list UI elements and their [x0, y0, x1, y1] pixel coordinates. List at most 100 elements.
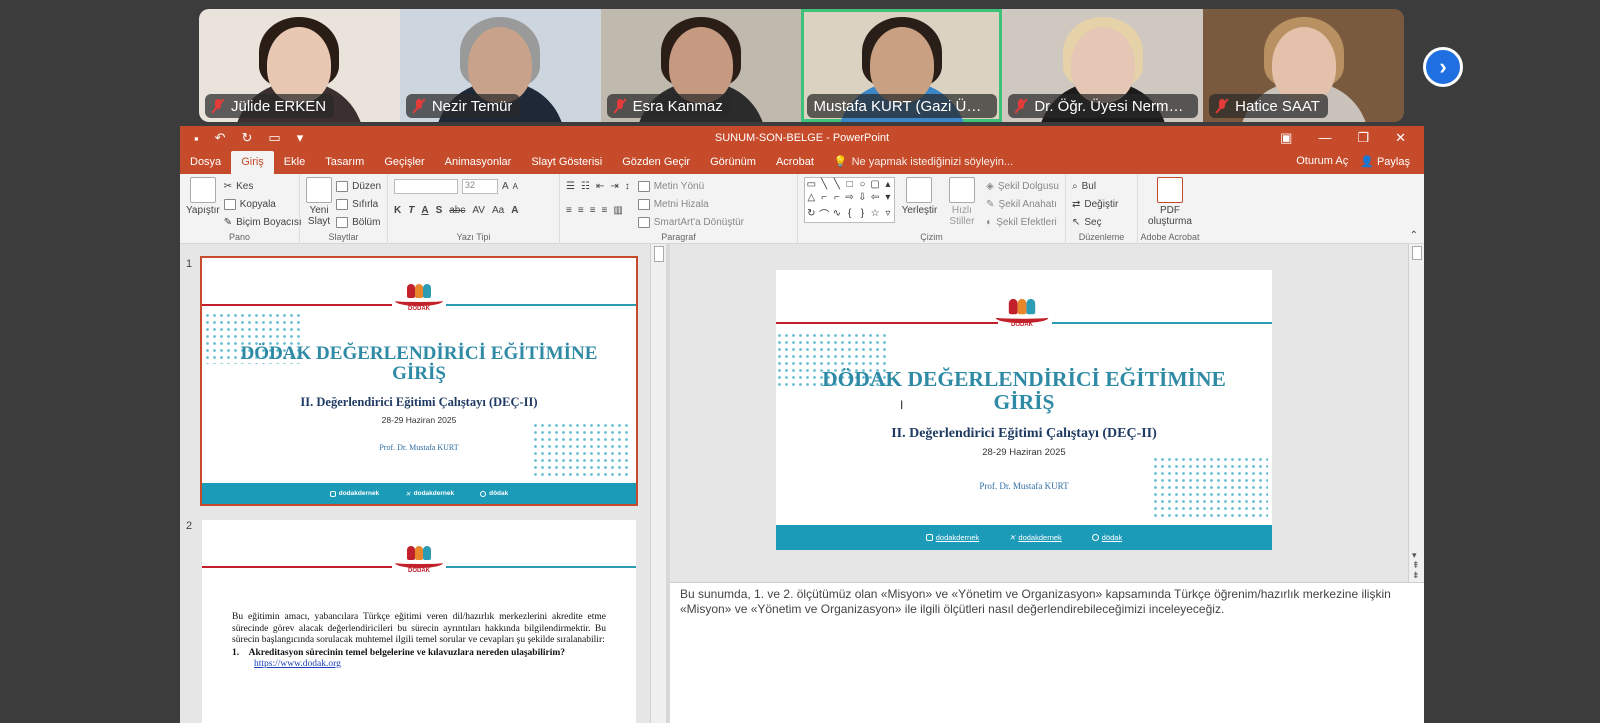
participant-tile[interactable]: Esra Kanmaz — [600, 9, 802, 122]
participant-tile[interactable]: Dr. Öğr. Üyesi Nerma Özdemir — [1002, 9, 1204, 122]
arrow-shape-icon[interactable]: ⇩ — [858, 192, 866, 203]
dodak-link[interactable]: https://www.dodak.org — [254, 659, 606, 671]
rounded-rect-shape-icon[interactable]: ▢ — [870, 179, 879, 190]
connector-shape-icon[interactable]: ⌐ — [834, 192, 840, 203]
find-button[interactable]: ⌕ Bul — [1072, 177, 1131, 195]
x-link[interactable]: ✕ dodakdernek — [1009, 533, 1062, 542]
curve-shape-icon[interactable]: ⌒ — [819, 206, 829, 221]
customize-icon[interactable]: ▾ — [297, 130, 304, 146]
tell-me-field[interactable]: 💡 Ne yapmak istediğinizi söyleyin... — [824, 155, 1013, 174]
arrow-shape-icon[interactable]: ⇨ — [845, 192, 853, 203]
replace-button[interactable]: ⇄ Değiştir — [1072, 195, 1131, 213]
columns-icon[interactable]: ▥ — [613, 205, 622, 216]
participant-tile[interactable]: Hatice SAAT — [1203, 9, 1404, 122]
tab-2[interactable]: Ekle — [274, 156, 315, 174]
shadow-button[interactable]: S — [436, 205, 443, 216]
redo-icon[interactable]: ↻ — [242, 130, 253, 146]
tab-5[interactable]: Animasyonlar — [435, 156, 522, 174]
section-button[interactable]: Bölüm — [336, 213, 381, 231]
shapes-gallery[interactable]: ▭ ╲ ╲ □ ○ ▢ ▴ △ ⌐ ⌐ ⇨ ⇩ ⇦ ▾ ↻ ⌒ ∿ {} ☆ ▿ — [804, 177, 896, 223]
shrink-font-icon[interactable]: A — [513, 182, 518, 191]
tab-8[interactable]: Görünüm — [700, 156, 766, 174]
new-slide-button[interactable]: Yeni Slayt — [306, 177, 333, 231]
font-color-button[interactable]: A — [511, 205, 518, 216]
bold-button[interactable]: K — [394, 205, 401, 216]
layout-button[interactable]: Düzen — [336, 177, 381, 195]
arrange-button[interactable]: Yerleştir — [901, 177, 937, 231]
ribbon-display-icon[interactable]: ▣ — [1280, 130, 1292, 146]
slide-title[interactable]: DÖDAK DEĞERLENDİRİCİ EĞİTİMİNE GİRİŞ — [776, 368, 1272, 414]
paste-button[interactable]: Yapıştır — [186, 177, 220, 231]
expand-shapes-icon[interactable]: ▿ — [885, 208, 890, 219]
change-case-button[interactable]: Aa — [492, 205, 504, 216]
editor-scrollbar[interactable]: ▾ ⇞ ⇟ — [1408, 244, 1424, 582]
line-shape-icon[interactable]: ╲ — [821, 179, 827, 190]
grow-font-icon[interactable]: A — [502, 181, 509, 192]
tab-1[interactable]: Giriş — [231, 151, 274, 174]
underline-button[interactable]: A — [421, 205, 428, 216]
undo-icon[interactable]: ↶ — [215, 130, 226, 146]
collapse-ribbon-icon[interactable]: ⌃ — [1410, 230, 1418, 241]
create-pdf-button[interactable]: PDF oluşturma — [1144, 177, 1196, 227]
sign-in-link[interactable]: Oturum Aç — [1296, 155, 1348, 168]
tab-3[interactable]: Tasarım — [315, 156, 374, 174]
slide-thumbnail-1[interactable]: DÖDAK DÖDAK DEĞERLENDİRİCİ EĞİTİMİNE GİRİ… — [200, 256, 638, 506]
share-button[interactable]: 👤 Paylaş — [1360, 155, 1410, 168]
whatsapp-link[interactable]: dödak — [1091, 533, 1122, 542]
reset-button[interactable]: Sıfırla — [336, 195, 381, 213]
decrease-indent-icon[interactable]: ⇤ — [596, 181, 604, 192]
curve-shape-icon[interactable]: ∿ — [833, 208, 841, 219]
next-participants-button[interactable]: › — [1423, 47, 1463, 87]
current-slide[interactable]: DÖDAK DÖDAK DEĞERLENDİRİCİ EĞİTİMİNE GİRİ… — [776, 270, 1272, 550]
shape-effects-button[interactable]: ◐ Şekil Efektleri — [986, 213, 1059, 231]
slide-date[interactable]: 28-29 Haziran 2025 — [776, 447, 1272, 458]
more-shapes-icon[interactable]: ▴ — [885, 179, 890, 190]
star-shape-icon[interactable]: ☆ — [871, 208, 880, 219]
increase-indent-icon[interactable]: ⇥ — [610, 181, 618, 192]
line-spacing-icon[interactable]: ↕ — [625, 181, 630, 192]
slide-author[interactable]: Prof. Dr. Mustafa KURT — [776, 481, 1272, 491]
align-text-button[interactable]: Metni Hizala — [637, 195, 744, 213]
save-icon[interactable]: ▪ — [194, 131, 199, 146]
align-center-icon[interactable]: ≡ — [578, 205, 584, 216]
connector-shape-icon[interactable]: ⌐ — [821, 192, 827, 203]
bullets-icon[interactable]: ☰ — [566, 181, 575, 192]
brace-shape-icon[interactable]: } — [861, 208, 864, 219]
slide-subtitle[interactable]: II. Değerlendirici Eğitimi Çalıştayı (DE… — [776, 426, 1272, 442]
close-icon[interactable]: ✕ — [1395, 130, 1406, 146]
tab-0[interactable]: Dosya — [180, 156, 231, 174]
more-shapes-icon[interactable]: ▾ — [885, 192, 890, 203]
oval-shape-icon[interactable]: ○ — [859, 179, 865, 190]
tab-4[interactable]: Geçişler — [374, 156, 434, 174]
format-painter-button[interactable]: ✎ Biçim Boyacısı — [224, 213, 302, 231]
tab-6[interactable]: Slayt Gösterisi — [521, 156, 612, 174]
italic-button[interactable]: T — [408, 205, 414, 216]
participant-tile[interactable]: Jülide ERKEN — [199, 9, 400, 122]
scroll-thumb[interactable] — [1411, 246, 1422, 260]
strikethrough-button[interactable]: abc — [449, 205, 465, 216]
cut-button[interactable]: ✂ Kes — [224, 177, 302, 195]
align-right-icon[interactable]: ≡ — [590, 205, 596, 216]
slide-thumbnail-2[interactable]: DÖDAK Bu eğitimin amacı, yabancılara Tür… — [202, 520, 636, 723]
numbering-icon[interactable]: ☷ — [581, 181, 590, 192]
shape-outline-button[interactable]: ✎ Şekil Anahatı — [986, 195, 1059, 213]
copy-button[interactable]: Kopyala — [223, 195, 302, 213]
line-shape-icon[interactable]: ╲ — [834, 179, 840, 190]
minimize-icon[interactable]: — — [1318, 130, 1331, 146]
thumbnail-scrollbar[interactable] — [650, 244, 666, 723]
textbox-shape-icon[interactable]: ▭ — [807, 179, 816, 190]
maximize-icon[interactable]: ❐ — [1357, 130, 1369, 146]
notes-text[interactable]: Bu sunumda, 1. ve 2. ölçütümüz olan «Mis… — [680, 587, 1414, 617]
font-size-field[interactable]: 32 — [462, 178, 498, 194]
notes-pane[interactable]: Bu sunumda, 1. ve 2. ölçütümüz olan «Mis… — [670, 582, 1424, 723]
triangle-shape-icon[interactable]: △ — [808, 192, 816, 203]
arrow-shape-icon[interactable]: ⇦ — [871, 192, 879, 203]
scroll-arrows[interactable]: ▾ ⇞ ⇟ — [1412, 550, 1420, 580]
instagram-link[interactable]: dodakdernek — [925, 533, 979, 542]
rectangle-shape-icon[interactable]: □ — [847, 179, 853, 190]
brace-shape-icon[interactable]: { — [848, 208, 851, 219]
tab-9[interactable]: Acrobat — [766, 156, 824, 174]
text-direction-button[interactable]: Metin Yönü — [637, 177, 744, 195]
justify-icon[interactable]: ≡ — [602, 205, 608, 216]
font-name-field[interactable] — [394, 178, 458, 194]
